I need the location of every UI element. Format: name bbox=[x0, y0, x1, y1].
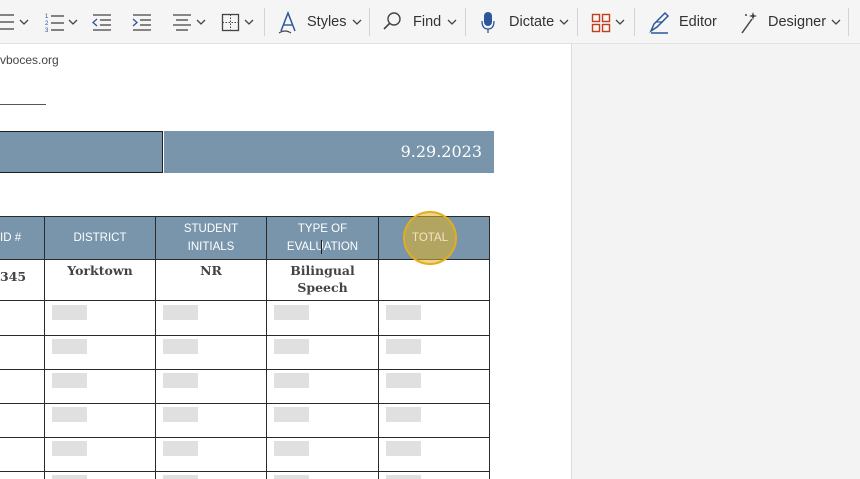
microphone-icon bbox=[481, 12, 495, 33]
editor-pen-icon bbox=[649, 11, 670, 34]
styles-icon bbox=[278, 10, 296, 34]
chevron-down-icon bbox=[352, 19, 361, 25]
decrease-indent-button[interactable] bbox=[92, 0, 112, 44]
table-border bbox=[489, 216, 490, 479]
form-field[interactable] bbox=[274, 475, 309, 479]
header-id[interactable]: ID # bbox=[0, 216, 44, 259]
banner-left-cell[interactable] bbox=[0, 131, 163, 173]
form-field[interactable] bbox=[163, 407, 198, 422]
form-field[interactable] bbox=[52, 373, 87, 388]
click-highlight: TOTAL bbox=[403, 211, 457, 265]
align-center-icon bbox=[173, 14, 206, 31]
toolbar-separator bbox=[465, 8, 466, 36]
dictate-label: Dictate bbox=[509, 14, 555, 30]
form-field[interactable] bbox=[52, 441, 87, 456]
form-field[interactable] bbox=[163, 373, 198, 388]
borders-button[interactable] bbox=[221, 0, 257, 44]
cell-district[interactable]: Yorktown bbox=[45, 262, 155, 279]
toolbar-separator bbox=[848, 8, 849, 36]
editor-button[interactable]: Editor bbox=[648, 0, 717, 44]
bullets-button[interactable] bbox=[0, 0, 32, 44]
toolbar-separator bbox=[634, 8, 635, 36]
designer-button[interactable]: Designer bbox=[740, 0, 844, 44]
svg-text:1: 1 bbox=[45, 14, 49, 20]
header-type-of-evaluation[interactable]: TYPE OF EVALUATION bbox=[267, 216, 378, 259]
text-cursor bbox=[321, 240, 322, 254]
toolbar-separator bbox=[264, 8, 265, 36]
table-border bbox=[155, 216, 156, 479]
form-field[interactable] bbox=[52, 475, 87, 479]
form-field[interactable] bbox=[52, 407, 87, 422]
table-border bbox=[378, 216, 379, 479]
form-field[interactable] bbox=[386, 305, 421, 320]
cell-id[interactable]: 345 bbox=[0, 268, 26, 285]
header-student-initials[interactable]: STUDENT INITIALS bbox=[156, 216, 266, 259]
align-button[interactable] bbox=[172, 0, 208, 44]
styles-label: Styles bbox=[307, 14, 347, 30]
chevron-down-icon bbox=[559, 19, 569, 25]
svg-text:2: 2 bbox=[45, 21, 49, 27]
signature-line bbox=[0, 104, 46, 105]
find-button[interactable]: Find bbox=[383, 0, 460, 44]
form-field[interactable] bbox=[274, 407, 309, 422]
borders-icon bbox=[221, 13, 254, 32]
form-field[interactable] bbox=[274, 373, 309, 388]
chevron-down-icon bbox=[831, 19, 841, 25]
numbering-button[interactable]: 1 2 3 bbox=[44, 0, 80, 44]
right-side-pane bbox=[571, 44, 860, 479]
svg-text:3: 3 bbox=[45, 28, 49, 34]
email-text: vboces.org bbox=[0, 53, 59, 67]
table-border bbox=[0, 335, 490, 336]
add-ins-button[interactable] bbox=[591, 0, 627, 44]
cell-initials[interactable]: NR bbox=[156, 262, 266, 279]
ribbon-toolbar: 1 2 3 Styles Find Dictate Editor Designe… bbox=[0, 0, 860, 44]
cell-evaluation-type[interactable]: Bilingual Speech bbox=[267, 262, 378, 296]
form-field[interactable] bbox=[274, 305, 309, 320]
chevron-down-icon bbox=[447, 19, 457, 25]
dictate-button[interactable]: Dictate bbox=[480, 0, 572, 44]
table-border bbox=[0, 300, 490, 301]
designer-wand-icon bbox=[741, 12, 757, 34]
cut-off-text-fragment bbox=[0, 44, 20, 50]
form-field[interactable] bbox=[386, 441, 421, 456]
bullet-list-icon bbox=[0, 14, 29, 30]
designer-label: Designer bbox=[768, 14, 827, 30]
toolbar-separator bbox=[369, 8, 370, 36]
decrease-indent-icon bbox=[92, 14, 111, 31]
table-border bbox=[266, 216, 267, 479]
form-field[interactable] bbox=[274, 441, 309, 456]
form-field[interactable] bbox=[52, 339, 87, 354]
table-border bbox=[0, 403, 490, 404]
banner-right-cell[interactable]: 9.29.2023 bbox=[164, 131, 494, 173]
form-field[interactable] bbox=[274, 339, 309, 354]
form-field[interactable] bbox=[163, 475, 198, 479]
form-field[interactable] bbox=[163, 305, 198, 320]
table-border bbox=[0, 437, 490, 438]
form-field[interactable] bbox=[52, 305, 87, 320]
banner-date: 9.29.2023 bbox=[400, 142, 482, 161]
table-border bbox=[0, 471, 490, 472]
form-field[interactable] bbox=[163, 441, 198, 456]
form-field[interactable] bbox=[386, 407, 421, 422]
table-border bbox=[44, 216, 45, 479]
toolbar-separator bbox=[577, 8, 578, 36]
chevron-down-icon bbox=[19, 19, 29, 25]
increase-indent-icon bbox=[132, 14, 151, 31]
add-ins-icon bbox=[591, 13, 625, 33]
styles-button[interactable]: Styles bbox=[277, 0, 365, 44]
header-district[interactable]: DISTRICT bbox=[45, 216, 155, 259]
form-field[interactable] bbox=[163, 339, 198, 354]
form-field[interactable] bbox=[386, 475, 421, 479]
find-label: Find bbox=[413, 14, 442, 30]
editor-label: Editor bbox=[679, 14, 717, 30]
increase-indent-button[interactable] bbox=[132, 0, 152, 44]
numbered-list-icon: 1 2 3 bbox=[45, 14, 78, 34]
search-icon bbox=[383, 12, 401, 30]
form-field[interactable] bbox=[386, 339, 421, 354]
header-total-label: TOTAL bbox=[412, 232, 448, 244]
table-border bbox=[0, 369, 490, 370]
form-field[interactable] bbox=[386, 373, 421, 388]
